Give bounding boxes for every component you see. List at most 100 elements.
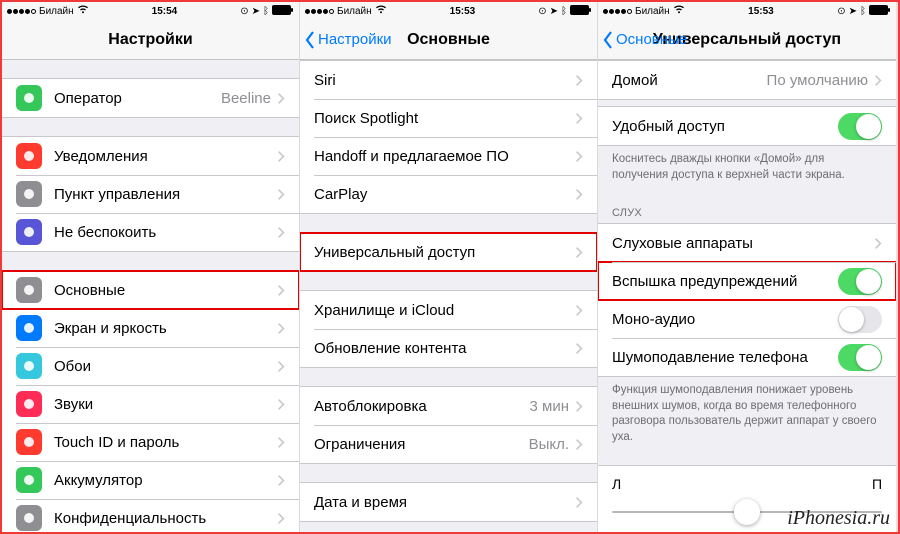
watermark: iPhonesia.ru	[787, 507, 890, 530]
back-label: Основные	[616, 31, 687, 48]
toggle-switch[interactable]	[838, 306, 882, 333]
row-label: Основные	[54, 282, 277, 299]
bluetooth-icon: ᛒ	[561, 6, 567, 17]
settings-row[interactable]: Обновление контента	[300, 329, 597, 367]
chevron-right-icon	[575, 246, 583, 259]
chevron-right-icon	[575, 438, 583, 451]
signal-icon	[7, 9, 36, 14]
alarm-icon: ⊙	[240, 6, 248, 17]
settings-row[interactable]: Удобный доступ	[598, 107, 896, 145]
screen-general: Билайн 15:53 ⊙ ➤ ᛒ Настройки Основные Si…	[300, 2, 598, 532]
status-bar: Билайн 15:53 ⊙ ➤ ᛒ	[300, 2, 597, 20]
settings-row[interactable]: Шумоподавление телефона	[598, 338, 896, 376]
settings-row[interactable]: Конфиденциальность	[2, 499, 299, 532]
row-icon	[16, 467, 42, 493]
wifi-icon	[375, 5, 387, 17]
chevron-right-icon	[575, 112, 583, 125]
slider-thumb[interactable]	[734, 499, 760, 525]
chevron-right-icon	[277, 436, 285, 449]
settings-row[interactable]: Автоблокировка3 мин	[300, 387, 597, 425]
toggle-switch[interactable]	[838, 113, 882, 140]
location-icon: ➤	[252, 6, 260, 17]
row-label: Конфиденциальность	[54, 510, 277, 527]
chevron-right-icon	[277, 188, 285, 201]
row-label: Дата и время	[314, 494, 575, 511]
alarm-icon: ⊙	[837, 6, 845, 17]
settings-row[interactable]: Пункт управления	[2, 175, 299, 213]
chevron-right-icon	[277, 398, 285, 411]
row-label: Звуки	[54, 396, 277, 413]
chevron-right-icon	[575, 74, 583, 87]
row-icon	[16, 85, 42, 111]
battery-icon	[272, 5, 294, 18]
clock: 15:53	[748, 6, 774, 17]
settings-row[interactable]: CarPlay	[300, 175, 597, 213]
settings-row[interactable]: Моно-аудио	[598, 300, 896, 338]
group-footer: Функция шумоподавления понижает уровень …	[598, 377, 896, 447]
settings-row[interactable]: Аккумулятор	[2, 461, 299, 499]
screen-accessibility: Билайн 15:53 ⊙ ➤ ᛒ Основные Универсальны…	[598, 2, 896, 532]
chevron-right-icon	[277, 512, 285, 525]
nav-title: Настройки	[108, 31, 192, 49]
row-label: CarPlay	[314, 186, 575, 203]
status-bar: Билайн 15:54 ⊙ ➤ ᛒ	[2, 2, 299, 20]
bluetooth-icon: ᛒ	[860, 6, 866, 17]
group-header-hearing: СЛУХ	[598, 203, 896, 223]
back-button[interactable]: Основные	[602, 31, 687, 49]
status-bar: Билайн 15:53 ⊙ ➤ ᛒ	[598, 2, 896, 20]
chevron-right-icon	[277, 284, 285, 297]
nav-bar: Основные Универсальный доступ	[598, 20, 896, 60]
row-label: Автоблокировка	[314, 398, 530, 415]
chevron-right-icon	[277, 360, 285, 373]
row-label: Не беспокоить	[54, 224, 277, 241]
settings-row[interactable]: Хранилище и iCloud	[300, 291, 597, 329]
settings-row[interactable]: Экран и яркость	[2, 309, 299, 347]
settings-row[interactable]: Вспышка предупреждений	[598, 262, 896, 300]
settings-row[interactable]: Обои	[2, 347, 299, 385]
row-value: Выкл.	[529, 436, 569, 453]
battery-icon	[869, 5, 891, 18]
settings-row[interactable]: ОграниченияВыкл.	[300, 425, 597, 463]
settings-row[interactable]: Основные	[2, 271, 299, 309]
settings-row[interactable]: Дата и время	[300, 483, 597, 521]
back-button[interactable]: Настройки	[304, 31, 392, 49]
settings-row[interactable]: Поиск Spotlight	[300, 99, 597, 137]
row-label: Домой	[612, 72, 767, 89]
settings-row[interactable]: Слуховые аппараты	[598, 224, 896, 262]
chevron-right-icon	[874, 237, 882, 250]
settings-row[interactable]: Siri	[300, 61, 597, 99]
row-label: Экран и яркость	[54, 320, 277, 337]
chevron-right-icon	[575, 400, 583, 413]
chevron-right-icon	[874, 74, 882, 87]
signal-icon	[305, 9, 334, 14]
row-label: Ограничения	[314, 436, 529, 453]
settings-row[interactable]: Handoff и предлагаемое ПО	[300, 137, 597, 175]
screen-settings: Билайн 15:54 ⊙ ➤ ᛒ Настройки ОператорBee…	[2, 2, 300, 532]
battery-icon	[570, 5, 592, 18]
settings-row[interactable]: ДомойПо умолчанию	[598, 61, 896, 99]
row-label: Уведомления	[54, 148, 277, 165]
row-label: Шумоподавление телефона	[612, 349, 838, 366]
row-label: Аккумулятор	[54, 472, 277, 489]
row-label: Обновление контента	[314, 340, 575, 357]
group-footer: Коснитесь дважды кнопки «Домой» для полу…	[598, 146, 896, 185]
toggle-switch[interactable]	[838, 268, 882, 295]
row-icon	[16, 315, 42, 341]
row-value: Beeline	[221, 90, 271, 107]
settings-row[interactable]: ОператорBeeline	[2, 79, 299, 117]
location-icon: ➤	[550, 6, 558, 17]
row-icon	[16, 219, 42, 245]
settings-row[interactable]: Звуки	[2, 385, 299, 423]
carrier-label: Билайн	[635, 6, 670, 17]
row-icon	[16, 505, 42, 531]
settings-row[interactable]: Универсальный доступ	[300, 233, 597, 271]
chevron-right-icon	[277, 474, 285, 487]
clock: 15:53	[450, 6, 476, 17]
settings-row[interactable]: Touch ID и пароль	[2, 423, 299, 461]
row-icon	[16, 143, 42, 169]
chevron-right-icon	[575, 496, 583, 509]
toggle-switch[interactable]	[838, 344, 882, 371]
chevron-right-icon	[575, 150, 583, 163]
settings-row[interactable]: Уведомления	[2, 137, 299, 175]
settings-row[interactable]: Не беспокоить	[2, 213, 299, 251]
